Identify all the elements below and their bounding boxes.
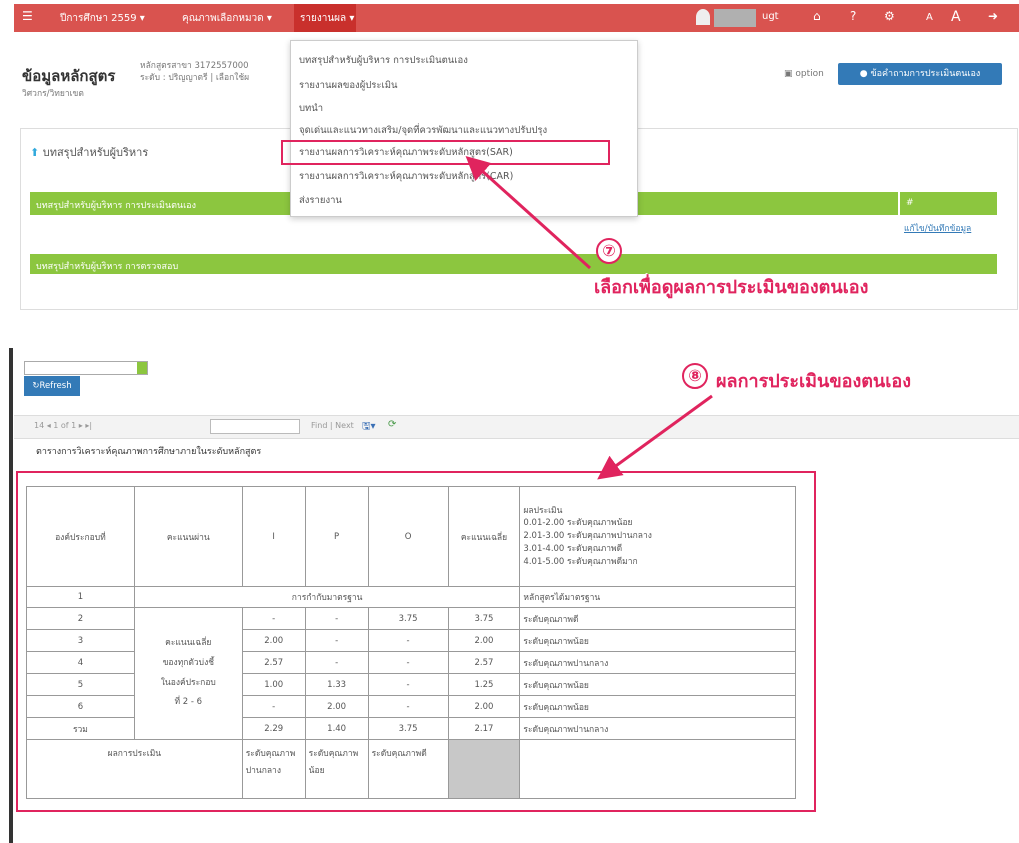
arrow-7 (465, 155, 592, 270)
annotation-7-text: เลือกเพื่อดูผลการประเมินของตนเอง (594, 277, 869, 298)
annotation-8-text: ผลการประเมินของตนเอง (716, 371, 911, 392)
arrow-8 (597, 394, 713, 480)
annotation-arrows (465, 155, 713, 480)
annotation-8-number: ⑧ (682, 363, 708, 389)
annotation-7-number: ⑦ (596, 238, 622, 264)
